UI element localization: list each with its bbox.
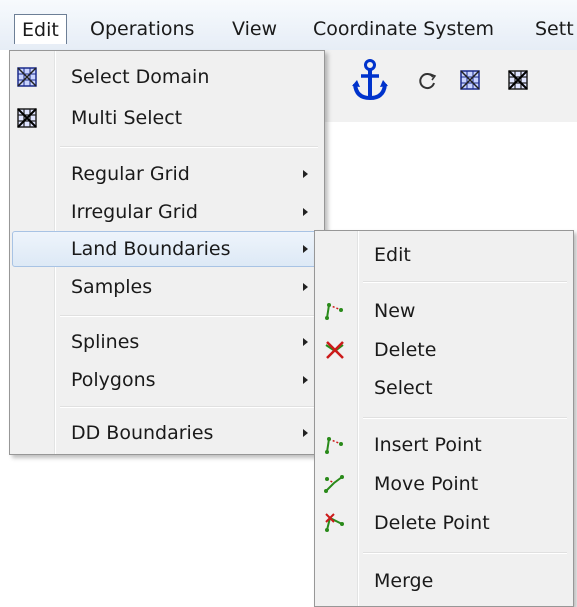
refresh-icon[interactable] bbox=[416, 70, 438, 97]
menu-item-label: Insert Point bbox=[374, 434, 482, 456]
menu-item-irregular-grid[interactable]: Irregular Grid bbox=[12, 194, 322, 230]
move-point-icon bbox=[323, 473, 345, 500]
submenu-arrow-icon bbox=[303, 429, 308, 437]
menu-coordinate-system[interactable]: Coordinate System bbox=[313, 14, 494, 44]
menu-item-label: Delete bbox=[374, 339, 437, 361]
insert-point-icon bbox=[323, 434, 345, 461]
submenu-item-insert-point[interactable]: Insert Point bbox=[317, 427, 571, 463]
menu-item-label: Regular Grid bbox=[71, 163, 190, 185]
toolbar bbox=[318, 50, 577, 122]
menu-item-regular-grid[interactable]: Regular Grid bbox=[12, 156, 322, 192]
select-domain-icon bbox=[17, 67, 37, 92]
menu-item-select-domain[interactable]: Select Domain bbox=[12, 59, 322, 95]
menu-item-samples[interactable]: Samples bbox=[12, 269, 322, 305]
menu-item-label: Select bbox=[374, 377, 433, 399]
submenu-arrow-icon bbox=[303, 376, 308, 384]
menu-operations[interactable]: Operations bbox=[90, 14, 194, 44]
submenu-arrow-icon bbox=[303, 283, 308, 291]
menu-item-label: Splines bbox=[71, 331, 140, 353]
menu-separator bbox=[60, 406, 318, 408]
submenu-item-move-point[interactable]: Move Point bbox=[317, 466, 571, 502]
menu-separator bbox=[363, 417, 567, 419]
menu-item-label: Multi Select bbox=[71, 107, 183, 129]
menu-edit[interactable]: Edit bbox=[14, 14, 67, 44]
grid-multi-select-icon[interactable] bbox=[508, 70, 528, 95]
menu-item-label: Edit bbox=[374, 244, 411, 266]
menu-item-splines[interactable]: Splines bbox=[12, 324, 322, 360]
menu-item-land-boundaries[interactable]: Land Boundaries bbox=[12, 231, 322, 267]
submenu-arrow-icon bbox=[303, 338, 308, 346]
menu-separator bbox=[363, 281, 567, 283]
delete-x-icon bbox=[323, 339, 347, 366]
menu-item-label: Polygons bbox=[71, 369, 156, 391]
submenu-arrow-icon bbox=[303, 170, 308, 178]
menu-item-label: Land Boundaries bbox=[71, 238, 231, 260]
new-line-icon bbox=[323, 300, 345, 327]
menu-item-multi-select[interactable]: Multi Select bbox=[12, 100, 322, 136]
submenu-item-delete[interactable]: Delete bbox=[317, 332, 571, 368]
submenu-item-delete-point[interactable]: Delete Point bbox=[317, 505, 571, 541]
menu-item-label: Delete Point bbox=[374, 512, 490, 534]
submenu-item-new[interactable]: New bbox=[317, 293, 571, 329]
menu-item-label: Merge bbox=[374, 570, 434, 592]
menu-separator bbox=[60, 315, 318, 317]
submenu-item-edit[interactable]: Edit bbox=[317, 237, 571, 273]
menu-view[interactable]: View bbox=[232, 14, 277, 44]
menu-item-label: Irregular Grid bbox=[71, 201, 198, 223]
anchor-icon[interactable] bbox=[352, 58, 388, 107]
menu-item-polygons[interactable]: Polygons bbox=[12, 362, 322, 398]
menu-settings[interactable]: Sett bbox=[535, 14, 574, 44]
submenu-arrow-icon bbox=[303, 208, 308, 216]
menu-separator bbox=[60, 146, 318, 148]
menu-item-label: Select Domain bbox=[71, 66, 210, 88]
edit-menu: Select Domain Multi Select Regular Grid … bbox=[9, 50, 325, 455]
menu-gutter bbox=[357, 231, 359, 606]
land-boundaries-submenu: Edit New Delete Select Insert Point Move… bbox=[314, 230, 574, 607]
submenu-item-merge[interactable]: Merge bbox=[317, 563, 571, 599]
menu-item-label: Move Point bbox=[374, 473, 479, 495]
submenu-arrow-icon bbox=[303, 245, 308, 253]
submenu-item-select[interactable]: Select bbox=[317, 370, 571, 406]
menu-separator bbox=[363, 552, 567, 554]
menu-item-label: DD Boundaries bbox=[71, 422, 214, 444]
menu-bar: Edit Operations View Coordinate System S… bbox=[0, 0, 577, 50]
menu-item-dd-boundaries[interactable]: DD Boundaries bbox=[12, 415, 322, 451]
menu-item-label: Samples bbox=[71, 276, 153, 298]
delete-point-icon bbox=[323, 512, 345, 539]
multi-select-icon bbox=[17, 108, 37, 133]
menu-item-label: New bbox=[374, 300, 416, 322]
grid-select-icon[interactable] bbox=[460, 70, 480, 95]
